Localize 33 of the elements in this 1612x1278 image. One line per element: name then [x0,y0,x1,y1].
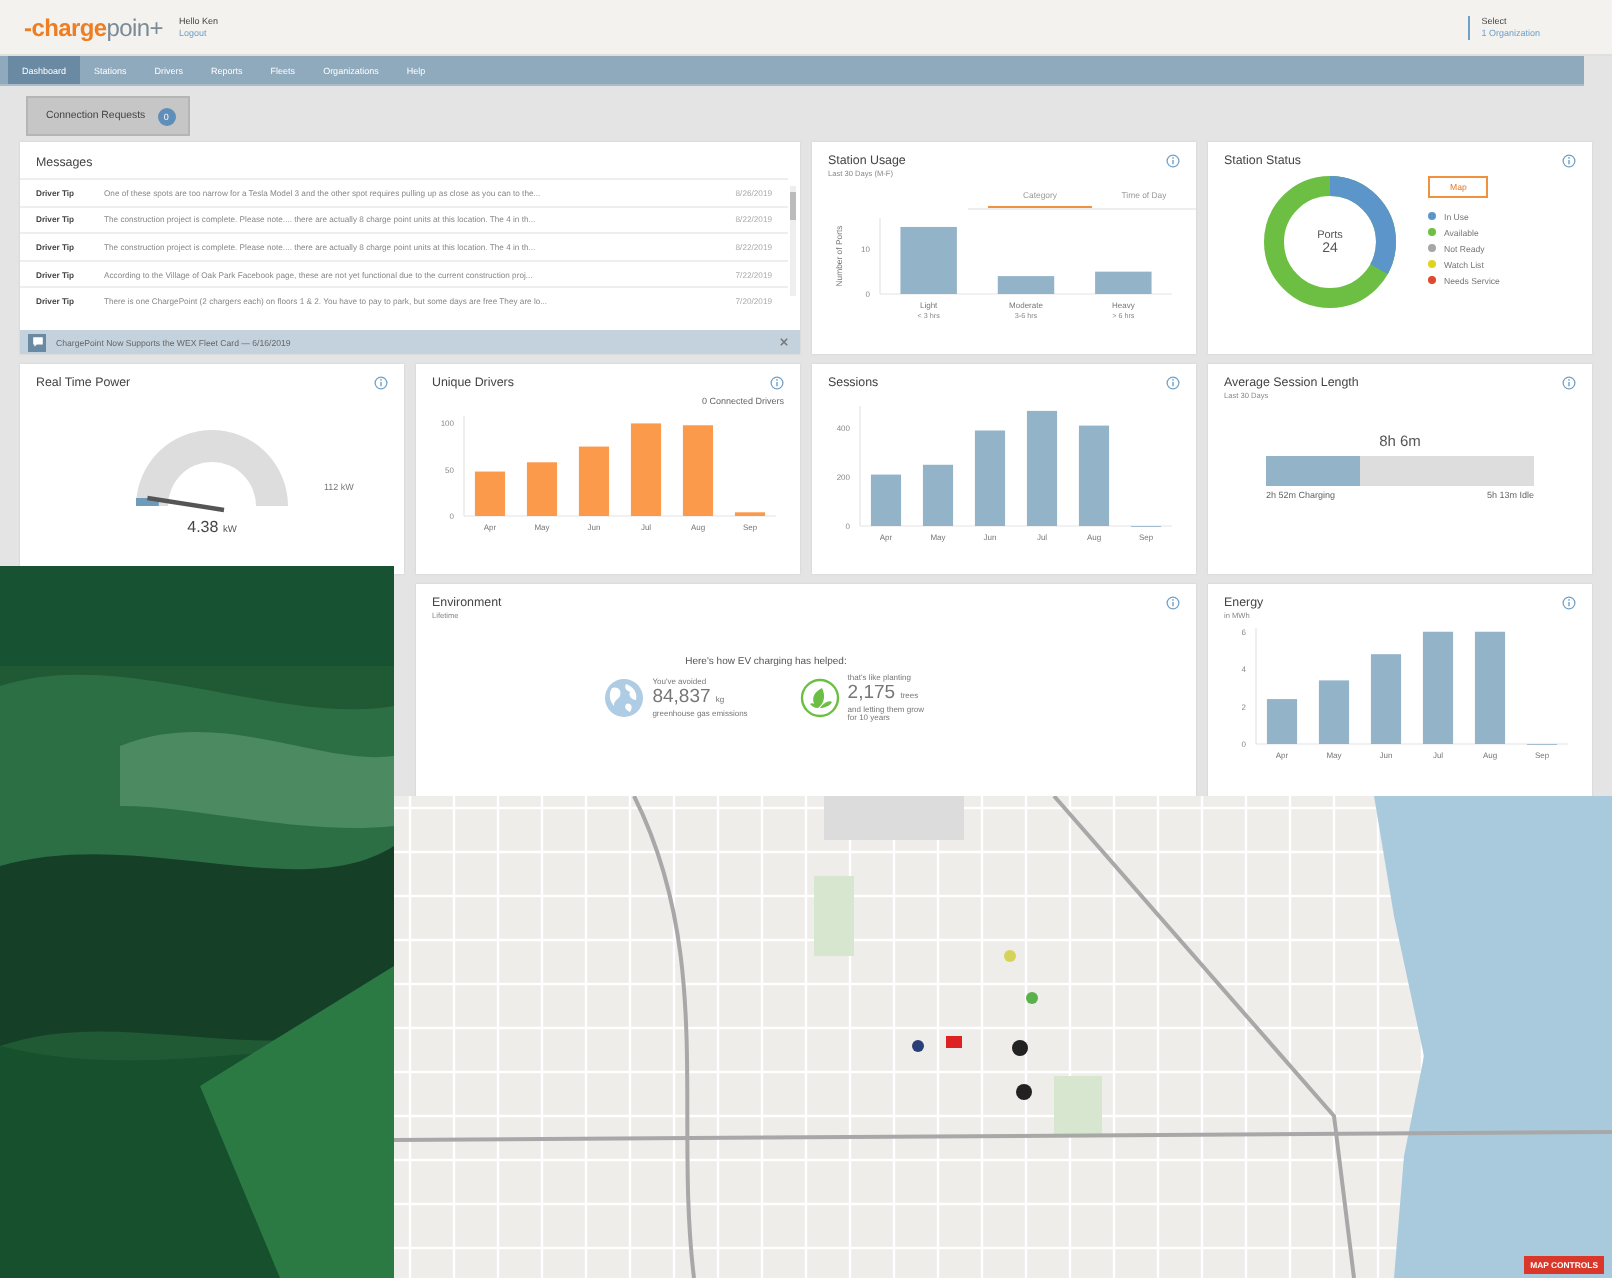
gauge-needle [147,495,225,513]
globe-icon [604,678,645,719]
bar [526,462,558,516]
bar [1474,631,1506,744]
info-icon[interactable] [1562,376,1576,390]
info-icon[interactable] [1562,596,1576,610]
bar [1318,680,1350,744]
donut-chart-drawing [1260,172,1400,312]
leaf-icon [799,678,840,719]
info-icon[interactable] [374,376,388,390]
bar [474,471,506,516]
bar [997,276,1055,294]
bar [1422,631,1454,744]
bar [900,226,957,294]
bar [870,474,902,526]
bar [974,430,1006,526]
bar [1078,425,1110,526]
bar [1266,699,1298,744]
info-icon[interactable] [1166,154,1180,168]
info-icon[interactable] [770,376,784,390]
bar [578,446,610,516]
bar [1370,654,1402,744]
info-icon[interactable] [1562,154,1576,168]
close-icon[interactable] [780,338,788,346]
bar [630,423,662,516]
bar [682,425,714,516]
info-icon[interactable] [1166,376,1180,390]
bar [922,464,954,526]
message-icon [28,333,46,351]
info-icon[interactable] [1166,596,1180,610]
bar [1026,410,1058,526]
logo[interactable]: -chargepoin+ [24,13,163,41]
bar [1095,271,1152,294]
